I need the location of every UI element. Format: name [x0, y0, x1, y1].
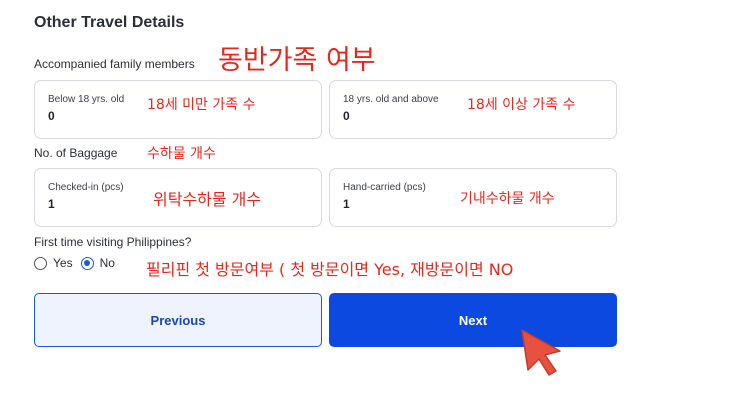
no-radio[interactable] [80, 256, 94, 270]
above-18-annotation: 18세 이상 가족 수 [467, 97, 576, 113]
checked-in-annotation: 위탁수하물 개수 [153, 190, 262, 209]
below-18-value: 0 [48, 109, 55, 123]
next-button[interactable]: Next [329, 293, 617, 347]
checked-in-label: Checked-in (pcs) [48, 182, 124, 193]
baggage-annotation: 수하물 개수 [147, 146, 216, 162]
first-visit-question: First time visiting Philippines? [34, 235, 192, 249]
hand-carried-value: 1 [343, 197, 350, 211]
previous-button[interactable]: Previous [34, 293, 322, 347]
above-18-value: 0 [343, 109, 350, 123]
checked-in-field[interactable]: Checked-in (pcs) 1 위탁수하물 개수 [34, 168, 322, 227]
family-members-label: Accompanied family members [34, 57, 195, 71]
section-title: Other Travel Details [34, 14, 185, 31]
baggage-label: No. of Baggage [34, 146, 118, 160]
yes-radio[interactable] [34, 256, 47, 270]
checked-in-value: 1 [48, 197, 55, 211]
family-annotation: 동반가족 여부 [218, 45, 376, 76]
no-label[interactable]: No [100, 256, 115, 270]
below-18-annotation: 18세 미만 가족 수 [147, 97, 256, 113]
first-visit-annotation: 필리핀 첫 방문여부 ( 첫 방문이면 Yes, 재방문이면 NO [146, 260, 514, 279]
below-18-label: Below 18 yrs. old [48, 94, 125, 105]
hand-carried-label: Hand-carried (pcs) [343, 182, 426, 193]
above-18-field[interactable]: 18 yrs. old and above 0 18세 이상 가족 수 [329, 80, 617, 139]
above-18-label: 18 yrs. old and above [343, 94, 439, 105]
first-visit-options: Yes No [34, 256, 115, 270]
hand-carried-field[interactable]: Hand-carried (pcs) 1 기내수하물 개수 [329, 168, 617, 227]
below-18-field[interactable]: Below 18 yrs. old 0 18세 미만 가족 수 [34, 80, 322, 139]
cursor-arrow-icon [521, 329, 561, 376]
yes-label[interactable]: Yes [53, 256, 73, 270]
hand-carried-annotation: 기내수하물 개수 [460, 191, 555, 207]
